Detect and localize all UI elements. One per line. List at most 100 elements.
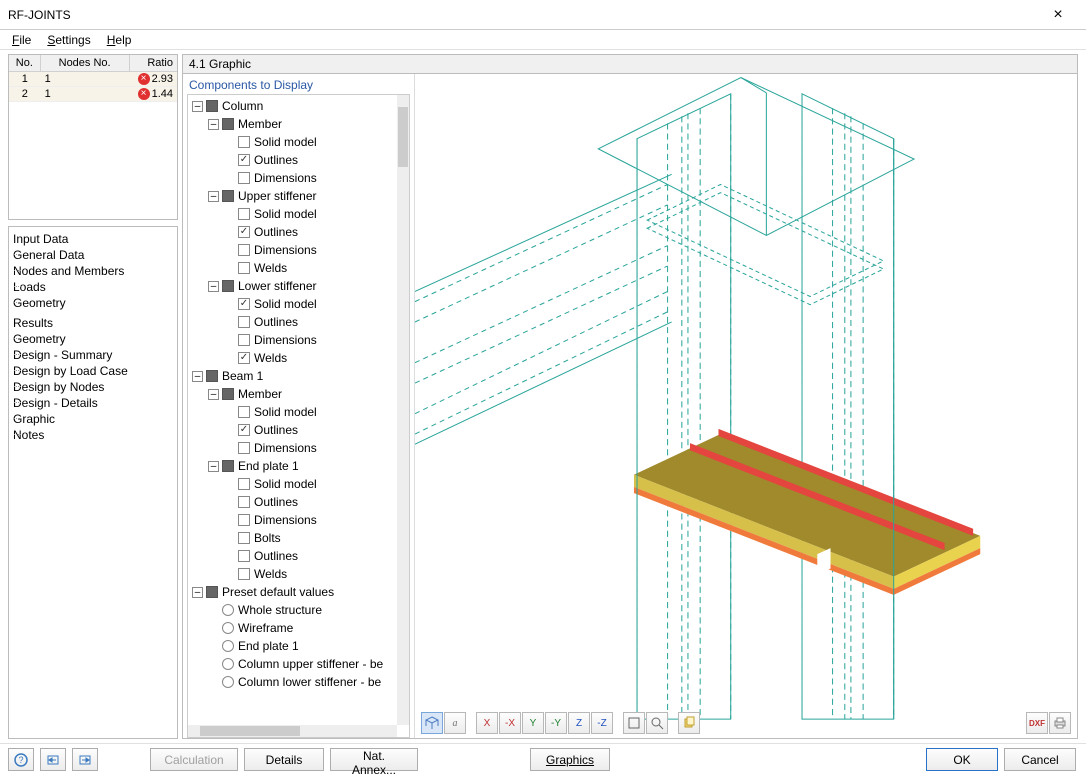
tree-upper-dims[interactable]: Dimensions	[188, 241, 397, 259]
view-ym-button[interactable]: -Y	[545, 712, 567, 734]
checkbox-icon[interactable]	[222, 190, 234, 202]
details-button[interactable]: Details	[244, 748, 324, 771]
collapse-icon[interactable]: –	[208, 461, 219, 472]
tree-col-mem-solid[interactable]: Solid model	[188, 133, 397, 151]
nav-input-data[interactable]: Input Data	[11, 231, 175, 247]
tree-lower-outlines[interactable]: Outlines	[188, 313, 397, 331]
tree-upper-stiffener[interactable]: –Upper stiffener	[188, 187, 397, 205]
nav-nodes-members[interactable]: Nodes and Members	[11, 263, 175, 279]
nav-design-summary[interactable]: Design - Summary	[11, 347, 175, 363]
checkbox-icon[interactable]	[238, 478, 250, 490]
checkbox-icon[interactable]	[238, 514, 250, 526]
view-x-button[interactable]: X	[476, 712, 498, 734]
tree-ep1-welds[interactable]: Welds	[188, 565, 397, 583]
checkbox-icon[interactable]	[238, 352, 250, 364]
checkbox-icon[interactable]	[206, 586, 218, 598]
radio-icon[interactable]	[222, 640, 234, 652]
nav-loads[interactable]: Loads	[11, 279, 175, 295]
results-row[interactable]: 2 1 ×1.44	[9, 87, 177, 102]
tree-b1-mem-dims[interactable]: Dimensions	[188, 439, 397, 457]
radio-icon[interactable]	[222, 622, 234, 634]
collapse-icon[interactable]: –	[208, 119, 219, 130]
checkbox-icon[interactable]	[238, 172, 250, 184]
collapse-icon[interactable]: –	[208, 389, 219, 400]
collapse-icon[interactable]: –	[192, 101, 203, 112]
nav-design-nodes[interactable]: Design by Nodes	[11, 379, 175, 395]
scrollbar-thumb[interactable]	[398, 107, 408, 167]
export-dxf-button[interactable]: DXF	[1026, 712, 1048, 734]
checkbox-icon[interactable]	[238, 316, 250, 328]
next-button[interactable]	[72, 748, 98, 771]
nav-general-data[interactable]: General Data	[11, 247, 175, 263]
tree-lower-welds[interactable]: Welds	[188, 349, 397, 367]
view-text-button[interactable]: a	[444, 712, 466, 734]
horizontal-scrollbar[interactable]	[188, 725, 397, 737]
window-close-button[interactable]: ×	[1038, 6, 1078, 24]
view-xm-button[interactable]: -X	[499, 712, 521, 734]
collapse-icon[interactable]: –	[208, 191, 219, 202]
tree-lower-solid[interactable]: Solid model	[188, 295, 397, 313]
checkbox-icon[interactable]	[238, 226, 250, 238]
graphics-button[interactable]: Graphics	[530, 748, 610, 771]
results-row[interactable]: 1 1 ×2.93	[9, 72, 177, 87]
view-zm-button[interactable]: -Z	[591, 712, 613, 734]
tree-b1-mem-solid[interactable]: Solid model	[188, 403, 397, 421]
checkbox-icon[interactable]	[238, 496, 250, 508]
prev-button[interactable]	[40, 748, 66, 771]
checkbox-icon[interactable]	[222, 118, 234, 130]
nav-graphic[interactable]: Graphic	[11, 411, 175, 427]
tree-lower-stiffener[interactable]: –Lower stiffener	[188, 277, 397, 295]
collapse-icon[interactable]: –	[192, 371, 203, 382]
tree-ep1-dims[interactable]: Dimensions	[188, 511, 397, 529]
collapse-icon[interactable]: –	[192, 587, 203, 598]
help-button[interactable]: ?	[8, 748, 34, 771]
tree-ep1-bolts[interactable]: Bolts	[188, 529, 397, 547]
radio-icon[interactable]	[222, 658, 234, 670]
nav-design-loadcase[interactable]: Design by Load Case	[11, 363, 175, 379]
tree-upper-outlines[interactable]: Outlines	[188, 223, 397, 241]
tree-b1-mem-outlines[interactable]: Outlines	[188, 421, 397, 439]
nav-notes[interactable]: Notes	[11, 427, 175, 443]
tree-col-mem-dims[interactable]: Dimensions	[188, 169, 397, 187]
checkbox-icon[interactable]	[222, 280, 234, 292]
tree-preset-cls[interactable]: Column lower stiffener - be	[188, 673, 397, 691]
radio-icon[interactable]	[222, 604, 234, 616]
ok-button[interactable]: OK	[926, 748, 998, 771]
scrollbar-thumb[interactable]	[200, 726, 300, 736]
vertical-scrollbar[interactable]	[397, 95, 409, 725]
tree-preset-wire[interactable]: Wireframe	[188, 619, 397, 637]
calculation-button[interactable]: Calculation	[150, 748, 238, 771]
tree-lower-dims[interactable]: Dimensions	[188, 331, 397, 349]
tree-col-mem-outlines[interactable]: Outlines	[188, 151, 397, 169]
cancel-button[interactable]: Cancel	[1004, 748, 1076, 771]
nav-geometry-res[interactable]: Geometry	[11, 331, 175, 347]
tree-upper-welds[interactable]: Welds	[188, 259, 397, 277]
tree-ep1-outlines[interactable]: Outlines	[188, 493, 397, 511]
3d-viewport[interactable]: a X -X Y -Y Z -Z DXF	[415, 74, 1077, 738]
checkbox-icon[interactable]	[222, 460, 234, 472]
nat-annex-button[interactable]: Nat. Annex...	[330, 748, 418, 771]
tree-upper-solid[interactable]: Solid model	[188, 205, 397, 223]
menu-file[interactable]: File	[6, 32, 37, 48]
checkbox-icon[interactable]	[238, 298, 250, 310]
checkbox-icon[interactable]	[238, 208, 250, 220]
tree-ep1-outlines2[interactable]: Outlines	[188, 547, 397, 565]
menu-settings[interactable]: Settings	[41, 32, 96, 48]
checkbox-icon[interactable]	[238, 154, 250, 166]
checkbox-icon[interactable]	[238, 244, 250, 256]
nav-results[interactable]: Results	[11, 315, 175, 331]
checkbox-icon[interactable]	[238, 406, 250, 418]
nav-geometry-in[interactable]: Geometry	[11, 295, 175, 311]
tree-beam1-member[interactable]: –Member	[188, 385, 397, 403]
radio-icon[interactable]	[222, 676, 234, 688]
tree-column-member[interactable]: –Member	[188, 115, 397, 133]
tree-ep1-solid[interactable]: Solid model	[188, 475, 397, 493]
checkbox-icon[interactable]	[206, 100, 218, 112]
tree-beam1[interactable]: –Beam 1	[188, 367, 397, 385]
checkbox-icon[interactable]	[238, 550, 250, 562]
view-iso-button[interactable]	[421, 712, 443, 734]
header-ratio[interactable]: Ratio	[130, 55, 177, 71]
view-zoom-button[interactable]	[646, 712, 668, 734]
checkbox-icon[interactable]	[238, 334, 250, 346]
header-no[interactable]: No.	[9, 55, 41, 71]
